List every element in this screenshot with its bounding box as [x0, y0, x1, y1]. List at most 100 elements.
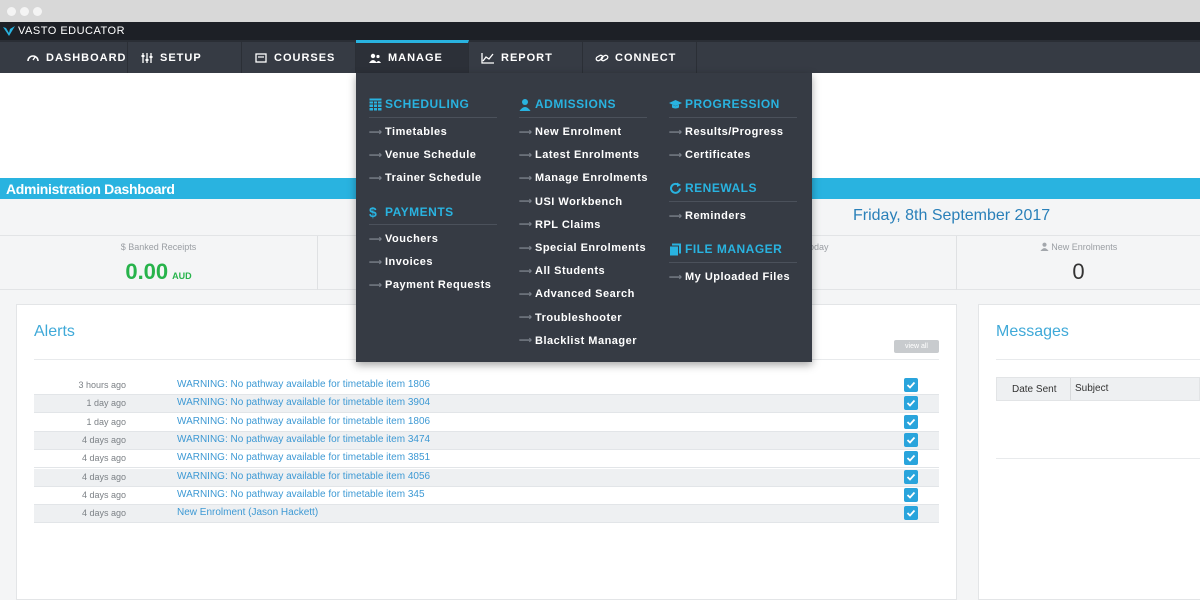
alert-message-link[interactable]: WARNING: No pathway available for timeta… — [177, 379, 430, 390]
nav-setup-label: SETUP — [160, 51, 202, 64]
view-all-button[interactable]: view all — [894, 340, 939, 353]
menu-item-label: Advanced Search — [535, 288, 635, 301]
banked-receipts-value: 0.00 AUD — [0, 259, 317, 285]
menu-item-timetables[interactable]: ⟶ Timetables — [369, 123, 447, 141]
progression-heading: PROGRESSION — [669, 94, 780, 114]
scheduling-heading: SCHEDULING — [369, 94, 469, 114]
menu-item-troubleshooter[interactable]: ⟶ Troubleshooter — [519, 309, 622, 327]
menu-item-label: Timetables — [385, 126, 448, 138]
menu-item-vouchers[interactable]: ⟶ Vouchers — [369, 230, 438, 248]
currency-unit: AUD — [172, 271, 192, 281]
menu-item-label: Troubleshooter — [535, 311, 623, 324]
arrow-right-icon: ⟶ — [519, 265, 533, 276]
alerts-title: Alerts — [34, 323, 75, 340]
checkbox-checked-icon[interactable] — [904, 487, 918, 502]
menu-item-label: Reminders — [685, 210, 747, 222]
menu-item-reminders[interactable]: ⟶ Reminders — [669, 207, 746, 225]
checkbox-checked-icon[interactable] — [904, 451, 918, 466]
alert-row: 1 day ago WARNING: No pathway available f… — [34, 395, 939, 414]
nav-connect[interactable]: CONNECT — [583, 42, 697, 73]
nav-setup[interactable]: SETUP — [128, 42, 242, 73]
menu-item-certificates[interactable]: ⟶ Certificates — [669, 146, 751, 164]
renewals-title: RENEWALS — [685, 181, 758, 195]
alert-message-link[interactable]: New Enrolment (Jason Hackett) — [177, 507, 318, 518]
nav-manage[interactable]: MANAGE — [356, 40, 469, 73]
menu-item-payment-requests[interactable]: ⟶ Payment Requests — [369, 276, 491, 294]
checkbox-checked-icon[interactable] — [904, 506, 918, 521]
checkbox-checked-icon[interactable] — [904, 396, 918, 411]
window-dot-icon[interactable] — [20, 7, 29, 16]
checkbox-checked-icon[interactable] — [904, 432, 918, 447]
messages-panel: Messages Date Sent Subject — [978, 304, 1200, 600]
page-title: Administration Dashboard — [6, 181, 175, 197]
menu-item-label: All Students — [535, 265, 606, 278]
row-divider — [34, 522, 939, 524]
alert-row: 4 days ago WARNING: No pathway available … — [34, 450, 939, 469]
checkbox-checked-icon[interactable] — [904, 414, 918, 429]
new-enrolments-label: New Enrolments — [957, 242, 1200, 252]
window-dot-icon[interactable] — [33, 7, 42, 16]
nav-report[interactable]: REPORT — [469, 42, 583, 73]
arrow-right-icon: ⟶ — [369, 233, 383, 244]
alert-time: 4 days ago — [81, 471, 126, 482]
alert-message-link[interactable]: WARNING: No pathway available for timeta… — [177, 452, 430, 463]
alert-message-link[interactable]: WARNING: No pathway available for timeta… — [177, 434, 430, 445]
alert-message-link[interactable]: WARNING: No pathway available for timeta… — [177, 416, 430, 427]
menu-item-invoices[interactable]: ⟶ Invoices — [369, 253, 433, 271]
alert-message-link[interactable]: WARNING: No pathway available for timeta… — [177, 397, 430, 408]
menu-item-results-progress[interactable]: ⟶ Results/Progress — [669, 123, 783, 141]
line-chart-icon — [481, 52, 494, 64]
menu-item-rpl-claims[interactable]: ⟶ RPL Claims — [519, 216, 601, 234]
divider — [519, 117, 647, 118]
arrow-right-icon: ⟶ — [369, 256, 383, 267]
menu-item-usi-workbench[interactable]: ⟶ USI Workbench — [519, 193, 623, 211]
alert-time: 1 day ago — [86, 416, 126, 427]
messages-table-header: Date Sent Subject — [996, 377, 1200, 401]
link-icon — [595, 54, 609, 61]
alert-time: 4 days ago — [81, 434, 126, 445]
banked-receipts-amount: 0.00 — [125, 259, 169, 284]
nav-dashboard-label: DASHBOARD — [46, 51, 127, 64]
menu-item-special-enrolments[interactable]: ⟶ Special Enrolments — [519, 239, 646, 257]
messages-title: Messages — [996, 323, 1069, 340]
divider — [669, 117, 797, 118]
menu-item-all-students[interactable]: ⟶ All Students — [519, 262, 605, 280]
arrow-right-icon: ⟶ — [519, 149, 533, 160]
scheduling-title: SCHEDULING — [385, 97, 470, 111]
alert-message-link[interactable]: WARNING: No pathway available for timeta… — [177, 489, 425, 500]
divider — [669, 201, 797, 202]
checkbox-checked-icon[interactable] — [904, 378, 918, 392]
menu-item-venue-schedule[interactable]: ⟶ Venue Schedule — [369, 146, 476, 164]
admissions-heading: ADMISSIONS — [519, 94, 616, 114]
nav-dashboard[interactable]: DASHBOARD — [14, 42, 128, 73]
alert-time: 3 hours ago — [78, 380, 126, 390]
arrow-right-icon: ⟶ — [519, 196, 533, 207]
menu-item-manage-enrolments[interactable]: ⟶ Manage Enrolments — [519, 169, 648, 187]
window-chrome — [0, 0, 1200, 22]
checkbox-checked-icon[interactable] — [904, 469, 918, 484]
menu-item-advanced-search[interactable]: ⟶ Advanced Search — [519, 285, 635, 303]
arrow-right-icon: ⟶ — [519, 242, 533, 253]
graduation-cap-icon — [669, 99, 682, 108]
calendar-grid-icon — [369, 98, 382, 111]
menu-item-latest-enrolments[interactable]: ⟶ Latest Enrolments — [519, 146, 639, 164]
alert-message-link[interactable]: WARNING: No pathway available for timeta… — [177, 471, 430, 482]
app-name: VASTO EDUCATOR — [18, 25, 126, 37]
window-dot-icon[interactable] — [7, 7, 16, 16]
alert-time: 4 days ago — [81, 508, 126, 519]
menu-item-blacklist-manager[interactable]: ⟶ Blacklist Manager — [519, 332, 637, 350]
alert-time: 1 day ago — [86, 398, 126, 409]
nav-courses[interactable]: COURSES — [242, 42, 356, 73]
divider — [369, 224, 497, 225]
banked-receipts-label: $ Banked Receipts — [120, 242, 197, 252]
menu-item-my-uploaded-files[interactable]: ⟶ My Uploaded Files — [669, 268, 790, 286]
col-date-sent[interactable]: Date Sent — [1012, 384, 1056, 395]
col-subject[interactable]: Subject — [1070, 378, 1108, 400]
menu-item-label: RPL Claims — [535, 218, 601, 231]
menu-item-label: Blacklist Manager — [535, 334, 638, 347]
sliders-icon — [141, 52, 153, 63]
menu-item-new-enrolment[interactable]: ⟶ New Enrolment — [519, 123, 622, 141]
menu-item-label: USI Workbench — [535, 195, 623, 208]
arrow-right-icon: ⟶ — [519, 288, 533, 299]
menu-item-trainer-schedule[interactable]: ⟶ Trainer Schedule — [369, 169, 482, 187]
